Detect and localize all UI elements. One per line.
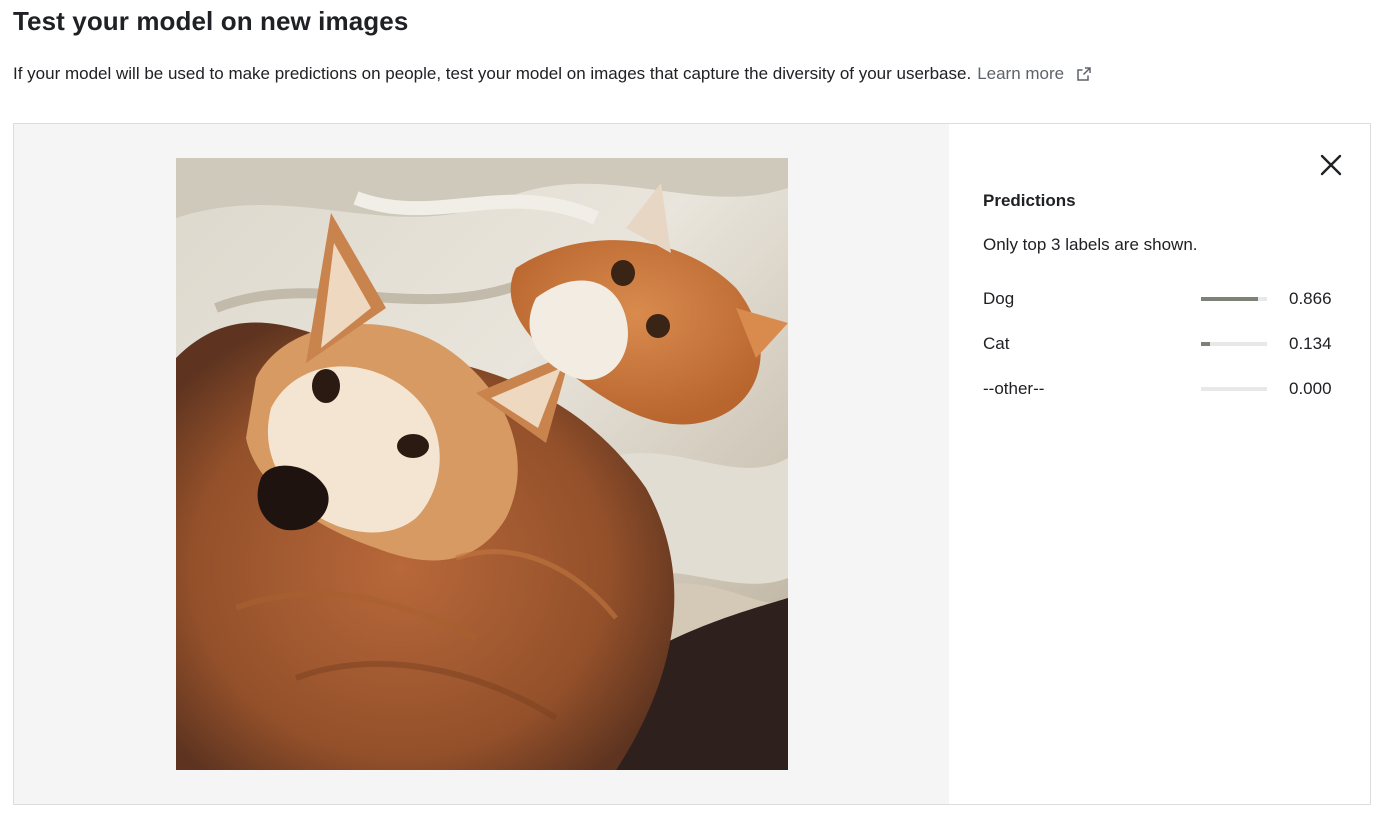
- prediction-score-bar: [1201, 342, 1267, 346]
- prediction-value: 0.000: [1289, 379, 1332, 398]
- intro-text: If your model will be used to make predi…: [13, 64, 972, 83]
- prediction-score-bar: [1201, 297, 1267, 301]
- predictions-note: Only top 3 labels are shown.: [983, 235, 1198, 254]
- prediction-label: Dog: [983, 289, 1015, 308]
- uploaded-image: [176, 158, 788, 770]
- learn-more-link[interactable]: Learn more: [977, 64, 1092, 84]
- prediction-value: 0.134: [1289, 334, 1332, 353]
- test-panel: Predictions Only top 3 labels are shown.…: [13, 123, 1371, 805]
- learn-more-label: Learn more: [977, 64, 1065, 83]
- prediction-label: --other--: [983, 379, 1045, 398]
- prediction-row: --other-- 0.000: [983, 376, 1337, 402]
- intro-text-line: If your model will be used to make predi…: [13, 64, 1092, 84]
- page-title: Test your model on new images: [13, 6, 409, 36]
- image-preview-area: [14, 124, 949, 804]
- predictions-title: Predictions: [983, 191, 1076, 210]
- prediction-value: 0.866: [1289, 289, 1332, 308]
- open-in-new-icon: [1076, 66, 1092, 82]
- predictions-panel: Predictions Only top 3 labels are shown.…: [949, 124, 1370, 804]
- prediction-row: Cat 0.134: [983, 331, 1337, 357]
- close-icon: [1320, 154, 1342, 176]
- prediction-score-bar: [1201, 387, 1267, 391]
- prediction-score-fill: [1201, 342, 1210, 346]
- close-button[interactable]: [1316, 150, 1346, 180]
- prediction-label: Cat: [983, 334, 1010, 353]
- prediction-score-fill: [1201, 297, 1259, 301]
- prediction-row: Dog 0.866: [983, 286, 1337, 312]
